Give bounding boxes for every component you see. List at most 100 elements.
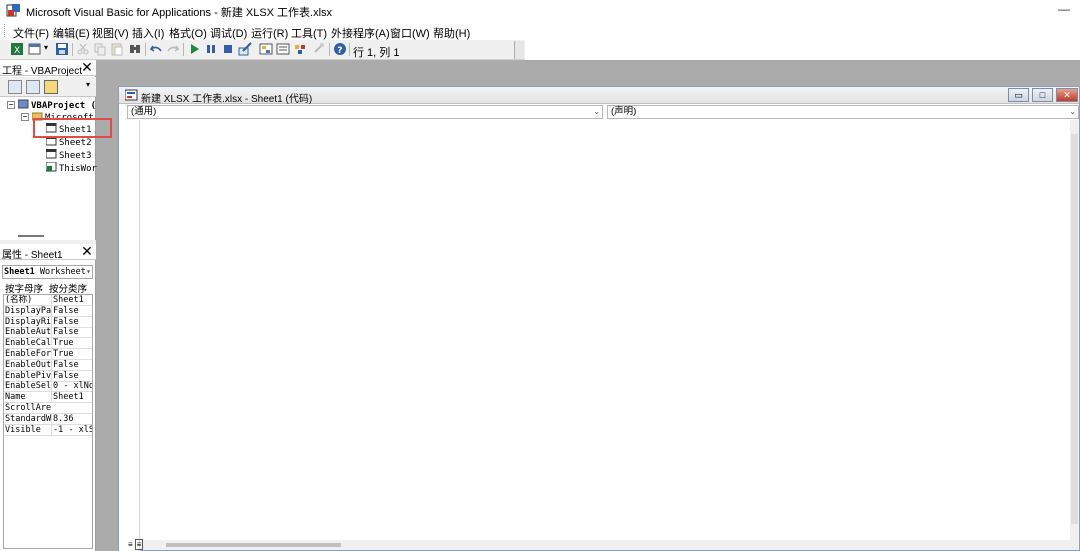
property-value[interactable]: False [51, 327, 92, 338]
cut-icon[interactable] [76, 42, 90, 56]
code-window-titlebar: 新建 XLSX 工作表.xlsx - Sheet1 (代码) ▭ □ ✕ [119, 87, 1079, 105]
view-code-icon[interactable] [8, 80, 22, 94]
property-row[interactable]: DisplayPagFalse [4, 305, 92, 317]
toolbar-overflow-button[interactable] [514, 41, 524, 59]
design-mode-icon[interactable] [238, 42, 252, 56]
reset-icon[interactable] [221, 42, 235, 56]
property-row[interactable]: EnableSele0 - xlNoR [4, 381, 92, 393]
property-value[interactable]: False [51, 305, 92, 316]
menu-window[interactable]: 窗口(W) [390, 25, 430, 41]
scroll-thumb[interactable] [166, 543, 341, 547]
tab-categorized[interactable]: 按分类序 [49, 281, 87, 295]
cursor-position-text: 行 1, 列 1 [353, 47, 400, 59]
chevron-down-icon: ▾ [86, 267, 91, 276]
property-value[interactable]: False [51, 359, 92, 370]
redo-icon[interactable] [166, 42, 180, 56]
code-editor[interactable] [141, 120, 1069, 540]
tree-item-sheet3[interactable]: Sheet3 [46, 149, 92, 161]
tree-item-sheet1[interactable]: Sheet1 [46, 123, 92, 135]
collapse-root-icon[interactable]: − [7, 101, 15, 109]
dropdown-arrow-icon[interactable]: ▾ [44, 43, 48, 52]
tree-item-sheet2[interactable]: Sheet2 [46, 136, 92, 148]
menu-debug[interactable]: 调试(D) [210, 25, 247, 41]
menu-view[interactable]: 视图(V) [92, 25, 129, 41]
tree-item-vbaproject[interactable]: VBAProject ( [18, 99, 96, 111]
scroll-arrow-icon[interactable]: ▾ [86, 80, 90, 89]
property-value[interactable]: Sheet1 [51, 295, 92, 305]
collapse-folder-icon[interactable]: − [21, 113, 29, 121]
property-value[interactable]: 0 - xlNoR [51, 381, 92, 392]
code-close-button[interactable]: ✕ [1056, 88, 1078, 102]
copy-icon[interactable] [93, 42, 107, 56]
code-horizontal-scrollbar[interactable] [141, 540, 1079, 550]
object-selector[interactable]: Sheet1 Worksheet ▾ [2, 265, 93, 279]
procedure-combo[interactable]: (声明) ⌄ [607, 105, 1079, 119]
object-browser-icon[interactable] [293, 42, 307, 56]
toggle-folders-icon[interactable] [44, 80, 58, 94]
menu-format[interactable]: 格式(O) [169, 25, 207, 41]
property-value[interactable]: -1 - xlSh [51, 424, 92, 435]
scroll-thumb[interactable] [1071, 134, 1078, 524]
property-row[interactable]: ScrollArea [4, 403, 92, 414]
menu-insert[interactable]: 插入(I) [132, 25, 164, 41]
code-margin-bar[interactable] [119, 120, 140, 551]
property-value[interactable]: 8.36 [51, 413, 92, 424]
break-icon[interactable] [204, 42, 218, 56]
properties-window-icon[interactable] [276, 42, 290, 56]
property-row[interactable]: DisplayRigFalse [4, 316, 92, 328]
minimize-button[interactable]: — [1058, 2, 1070, 16]
property-row[interactable]: Visible -1 - xlSh [4, 424, 92, 436]
project-explorer-pane: 工程 - VBAProject ✕ ▾ − VBAProject ( − Mic… [0, 60, 97, 240]
save-icon[interactable] [55, 42, 69, 56]
menu-bar: 文件(F) 编辑(E) 视图(V) 插入(I) 格式(O) 调试(D) 运行(R… [0, 22, 1080, 40]
project-pane-title: 工程 - VBAProject [2, 66, 83, 77]
code-window-icon [125, 89, 138, 101]
insert-userform-icon[interactable] [28, 42, 42, 56]
property-row[interactable]: EnableAutoFalse [4, 327, 92, 339]
property-value[interactable]: False [51, 316, 92, 327]
code-maximize-button[interactable]: □ [1032, 88, 1053, 102]
property-row[interactable]: EnableCalcTrue [4, 338, 92, 350]
menu-addins[interactable]: 外接程序(A) [331, 25, 390, 41]
tree-item-thisworkbook[interactable]: ThisWor [46, 162, 97, 174]
property-value[interactable]: True [51, 349, 92, 359]
object-combo[interactable]: (通用) ⌄ [127, 105, 603, 119]
menu-run[interactable]: 运行(R) [251, 25, 288, 41]
run-icon[interactable] [187, 42, 201, 56]
property-value[interactable]: False [51, 370, 92, 381]
excel-view-icon[interactable]: X [10, 42, 24, 56]
menu-help[interactable]: 帮助(H) [433, 25, 470, 41]
help-icon[interactable]: ? [333, 42, 347, 56]
property-row[interactable]: EnableOutlFalse [4, 359, 92, 371]
tab-alphabetic[interactable]: 按字母序 [5, 281, 43, 295]
property-row[interactable]: (名称) Sheet1 [4, 295, 92, 306]
project-tree: − VBAProject ( − Microsoft Sheet1 Sheet2… [0, 98, 97, 238]
undo-icon[interactable] [149, 42, 163, 56]
tree-item-folder[interactable]: Microsoft [32, 111, 94, 123]
property-value[interactable]: Sheet1 [51, 392, 92, 403]
procedure-view-icon[interactable]: ≡ [128, 540, 133, 549]
project-explorer-icon[interactable] [259, 42, 273, 56]
property-name: DisplayPag [5, 305, 51, 316]
full-module-view-icon[interactable]: ≡ [134, 539, 144, 550]
find-icon[interactable] [128, 42, 142, 56]
code-minimize-button[interactable]: ▭ [1008, 88, 1029, 102]
menu-file[interactable]: 文件(F) [13, 25, 49, 41]
menu-tools[interactable]: 工具(T) [291, 25, 327, 41]
view-object-icon[interactable] [26, 80, 40, 94]
property-row[interactable]: EnableFormTrue [4, 349, 92, 360]
procedure-combo-value: (声明) [611, 106, 637, 117]
properties-pane-close-button[interactable]: ✕ [80, 244, 94, 258]
project-pane-close-button[interactable]: ✕ [80, 60, 94, 74]
property-row[interactable]: StandardWi8.36 [4, 413, 92, 425]
properties-grid: (名称)Sheet1DisplayPagFalseDisplayRigFalse… [3, 294, 93, 549]
toolbox-icon[interactable] [312, 42, 326, 56]
worksheet-icon [46, 123, 57, 133]
procedure-view-buttons[interactable]: ≡ ≡ [128, 539, 150, 550]
property-row[interactable]: EnablePivoFalse [4, 370, 92, 382]
paste-icon[interactable] [110, 42, 124, 56]
property-value[interactable]: True [51, 338, 92, 349]
code-vertical-scrollbar[interactable] [1070, 120, 1079, 540]
property-row[interactable]: Name Sheet1 [4, 392, 92, 404]
menu-edit[interactable]: 编辑(E) [53, 25, 90, 41]
